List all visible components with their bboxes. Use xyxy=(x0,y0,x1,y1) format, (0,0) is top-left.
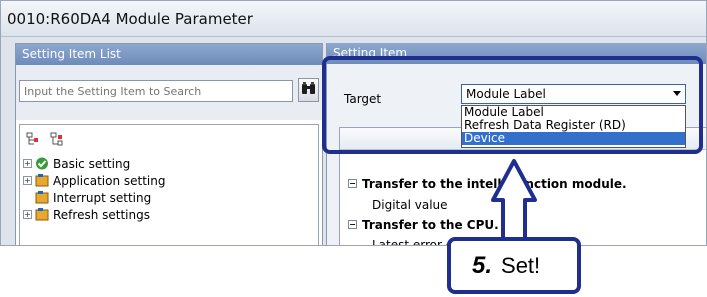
param-label: Transfer to the intelli xyxy=(362,176,506,191)
binoculars-icon xyxy=(301,82,316,98)
search-row xyxy=(16,65,322,120)
module-icon xyxy=(35,191,50,204)
search-input[interactable] xyxy=(19,80,293,102)
tree-item-label: Refresh settings xyxy=(53,207,150,222)
tree-item-label: Application setting xyxy=(53,173,166,188)
title-bar: 0010:R60DA4 Module Parameter xyxy=(1,1,706,37)
param-label: Transfer to the CPU. xyxy=(362,217,499,232)
param-label: Digital value xyxy=(372,197,448,212)
module-icon xyxy=(35,174,50,187)
expand-icon[interactable]: + xyxy=(23,210,32,219)
step-text: Set! xyxy=(501,252,541,278)
highlight-box xyxy=(322,56,703,154)
collapse-icon[interactable]: − xyxy=(348,179,357,188)
expand-icon[interactable]: + xyxy=(23,176,32,185)
setting-tree: + Basic setting + Application setting In… xyxy=(19,124,319,245)
tree-item-application-setting[interactable]: + Application setting xyxy=(23,172,165,189)
collapse-icon[interactable]: − xyxy=(348,220,357,229)
setting-item-list-header: Setting Item List xyxy=(16,44,322,65)
expand-tree-icon[interactable] xyxy=(26,132,40,146)
tree-item-refresh-settings[interactable]: + Refresh settings xyxy=(23,206,165,223)
param-row: Digital value xyxy=(372,195,448,214)
step-callout: 5. Set! xyxy=(447,237,581,294)
step-number: 5. xyxy=(472,251,493,279)
window-title: 0010:R60DA4 Module Parameter xyxy=(7,10,253,28)
tree-list: + Basic setting + Application setting In… xyxy=(23,155,165,223)
collapse-tree-icon[interactable] xyxy=(50,132,64,146)
setting-item-list-pane: Setting Item List Input the Setting Item… xyxy=(15,43,323,245)
search-button[interactable] xyxy=(298,78,319,102)
param-label-suffix: function module. xyxy=(511,176,627,191)
param-row: − Transfer to the intelli function modul… xyxy=(348,174,627,193)
green-check-icon xyxy=(35,157,50,170)
module-icon xyxy=(35,208,50,221)
tree-item-interrupt-setting[interactable]: Interrupt setting xyxy=(23,189,165,206)
tree-item-label: Basic setting xyxy=(53,156,131,171)
tree-item-label: Interrupt setting xyxy=(53,190,152,205)
expand-icon[interactable]: + xyxy=(23,159,32,168)
param-row: − Transfer to the CPU. xyxy=(348,215,499,234)
tree-item-basic-setting[interactable]: + Basic setting xyxy=(23,155,165,172)
tree-toolbar xyxy=(26,132,64,146)
